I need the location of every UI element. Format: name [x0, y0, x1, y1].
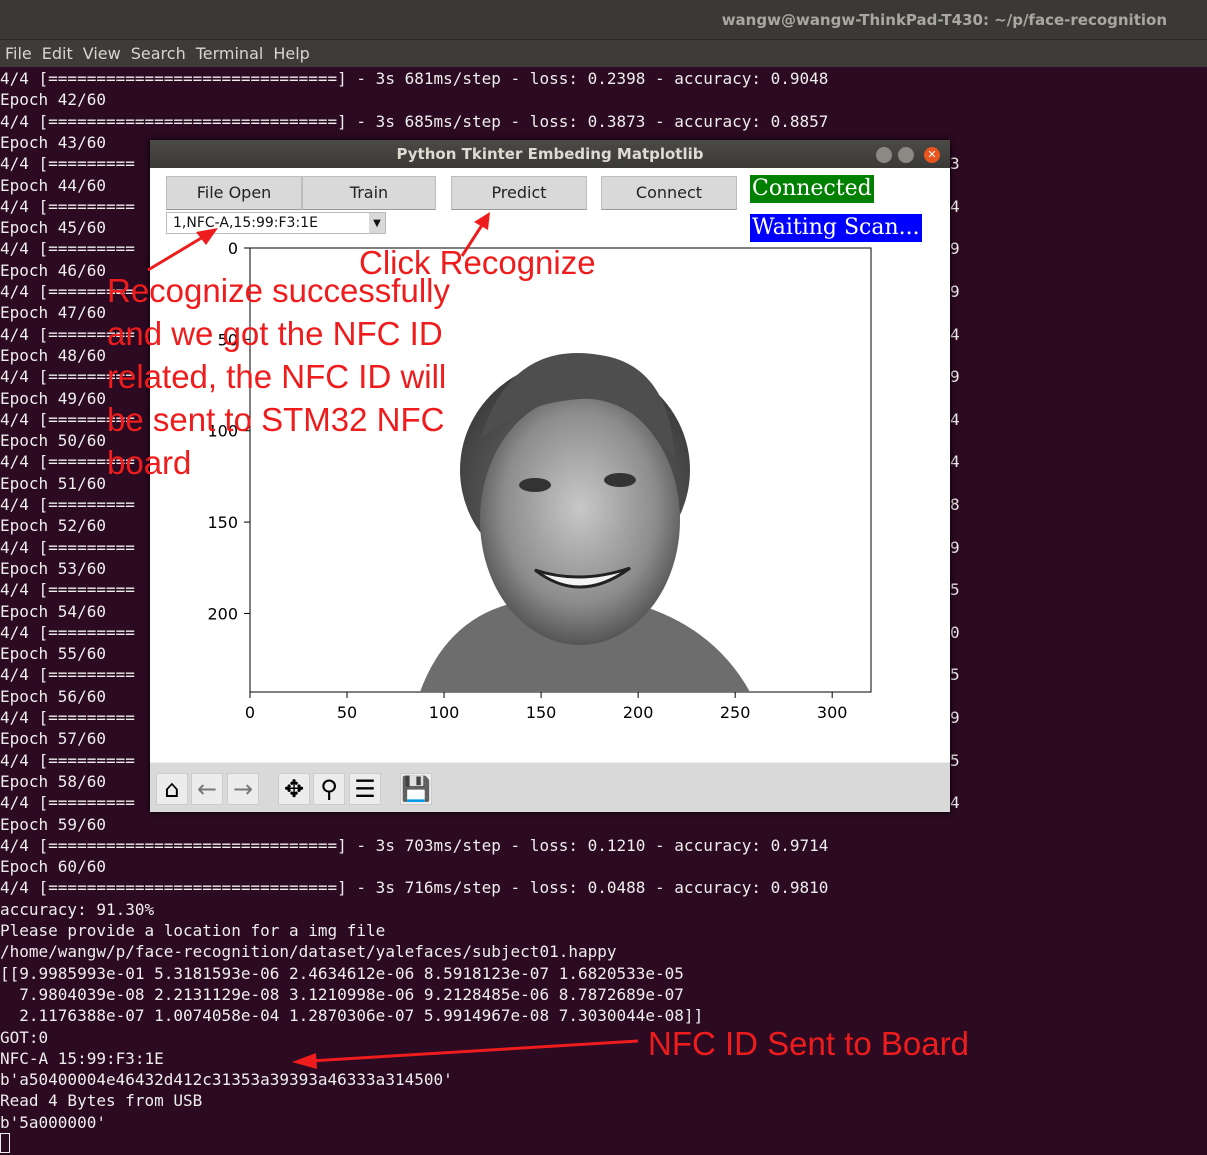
terminal-line: Epoch 60/60: [0, 857, 106, 877]
terminal-line: 4/4 [==============================] - 3…: [0, 835, 829, 855]
terminal-line: Epoch 58/60: [0, 771, 106, 791]
back-arrow-icon[interactable]: ←: [191, 773, 223, 805]
annotation-line: related, the NFC ID will: [107, 358, 447, 395]
terminal-line: 7.9804039e-08 2.2131129e-08 3.1210998e-0…: [0, 984, 684, 1004]
y-tick-label: 150: [207, 513, 238, 532]
terminal-line-fragment: 4: [950, 409, 960, 429]
x-tick-label: 300: [817, 703, 848, 722]
terminal-title: wangw@wangw-ThinkPad-T430: ~/p/face-reco…: [721, 11, 1167, 29]
terminal-line-fragment: 9: [950, 282, 960, 301]
terminal-line: 4/4 [=========: [0, 622, 135, 642]
terminal-line: 4/4 [==============================] - 3…: [0, 69, 829, 88]
terminal-line-fragment: 9: [950, 708, 960, 727]
terminal-titlebar: wangw@wangw-ThinkPad-T430: ~/p/face-reco…: [0, 0, 1207, 40]
terminal-line: Epoch 47/60: [0, 303, 106, 323]
terminal-line-fragment: 5: [950, 750, 960, 770]
terminal-line: Epoch 55/60: [0, 644, 106, 664]
y-tick-label: 200: [207, 604, 238, 623]
terminal-line: Epoch 49/60: [0, 388, 106, 408]
terminal-line: Epoch 52/60: [0, 516, 106, 536]
terminal-line: 4/4 [==============================] - 3…: [0, 878, 829, 898]
terminal-line: Epoch 54/60: [0, 601, 106, 621]
terminal-line: 4/4 [=========: [0, 495, 135, 514]
terminal-line: Epoch 46/60: [0, 260, 106, 280]
terminal-line: [[9.9985993e-01 5.3181593e-06 2.4634612e…: [0, 963, 684, 983]
terminal-line: Epoch 42/60: [0, 90, 106, 110]
terminal-line-fragment: 9: [950, 367, 960, 387]
configure-subplots-icon[interactable]: ☰: [349, 773, 381, 805]
y-tick-label: 0: [228, 239, 238, 258]
terminal-line: 4/4 [=========: [0, 708, 135, 727]
pan-icon[interactable]: ✥: [278, 773, 310, 805]
terminal-line: accuracy: 91.30%: [0, 899, 155, 919]
terminal-line-fragment: 9: [950, 239, 960, 259]
terminal-line: 4/4 [=========: [0, 239, 135, 259]
terminal-line: GOT:0: [0, 1027, 49, 1047]
terminal-line: Epoch 50/60: [0, 431, 106, 451]
terminal-line: 4/4 [=========: [0, 580, 135, 600]
terminal-line-fragment: 0: [950, 622, 960, 642]
menu-edit[interactable]: Edit: [42, 44, 73, 63]
home-icon[interactable]: ⌂: [156, 773, 188, 805]
terminal-line: Epoch 56/60: [0, 686, 106, 706]
save-icon[interactable]: 💾: [400, 773, 432, 805]
terminal-line-fragment: 4: [950, 196, 960, 216]
matplotlib-toolbar: ⌂ ← → ✥ ⚲ ☰ 💾: [150, 762, 950, 812]
annotation-nfc-id-sent: NFC ID Sent to Board: [648, 1025, 969, 1062]
terminal-line-fragment: 5: [950, 580, 960, 600]
annotation-recognize-successfully: Recognize successfully and we got the NFC…: [107, 269, 450, 484]
terminal-line: b'a50400004e46432d412c31353a39393a46333a…: [0, 1070, 453, 1090]
annotation-line: board: [107, 444, 192, 481]
terminal-line-fragment: 4: [950, 324, 960, 344]
annotation-line: Recognize successfully: [107, 272, 450, 309]
terminal-line-fragment: 3: [950, 154, 960, 174]
x-tick-label: 0: [245, 703, 255, 722]
menu-view[interactable]: View: [83, 44, 121, 63]
terminal-line: 2.1176388e-07 1.0074058e-04 1.2870306e-0…: [0, 1006, 704, 1026]
terminal-line: 4/4 [=========: [0, 154, 135, 174]
terminal-line: Epoch 57/60: [0, 729, 106, 749]
annotation-line: be sent to STM32 NFC: [107, 401, 445, 438]
terminal-line: Please provide a location for a img file: [0, 921, 386, 940]
menu-terminal[interactable]: Terminal: [196, 44, 264, 63]
terminal-line: 4/4 [=========: [0, 196, 135, 216]
menu-search[interactable]: Search: [131, 44, 186, 63]
forward-arrow-icon[interactable]: →: [227, 773, 259, 805]
terminal-menubar: File Edit View Search Terminal Help: [0, 40, 1207, 67]
annotation-line: and we got the NFC ID: [107, 315, 443, 352]
terminal-line: 4/4 [=========: [0, 537, 135, 557]
terminal-line-fragment: 9: [950, 537, 960, 557]
terminal-line: 4/4 [=========: [0, 665, 135, 685]
x-tick-label: 200: [623, 703, 654, 722]
terminal-line: Epoch 53/60: [0, 558, 106, 578]
terminal-cursor: [0, 1133, 10, 1153]
x-tick-label: 150: [526, 703, 557, 722]
menu-file[interactable]: File: [5, 44, 32, 63]
terminal-line: 4/4 [=========: [0, 793, 135, 813]
terminal-line-fragment: 8: [950, 495, 960, 514]
menu-help[interactable]: Help: [273, 44, 309, 63]
terminal-line: 4/4 [=========: [0, 750, 135, 770]
terminal-line: Epoch 45/60: [0, 218, 106, 238]
terminal-line: Epoch 59/60: [0, 814, 106, 834]
terminal-line: Read 4 Bytes from USB: [0, 1091, 203, 1111]
x-tick-label: 250: [720, 703, 751, 722]
terminal-line-fragment: 4: [950, 793, 960, 813]
terminal-line: NFC-A 15:99:F3:1E: [0, 1048, 164, 1068]
terminal-line: 4/4 [==============================] - 3…: [0, 111, 829, 131]
terminal-line-fragment: 4: [950, 452, 960, 472]
terminal-line: b'5a000000': [0, 1112, 106, 1132]
terminal-line-fragment: 5: [950, 665, 960, 685]
arrow-to-nfc-line: [309, 1039, 639, 1063]
terminal-line: /home/wangw/p/face-recognition/dataset/y…: [0, 942, 617, 962]
terminal-line: Epoch 44/60: [0, 175, 106, 195]
terminal-line: Epoch 43/60: [0, 132, 106, 152]
x-tick-label: 100: [429, 703, 460, 722]
terminal-line: Epoch 51/60: [0, 473, 106, 493]
zoom-icon[interactable]: ⚲: [313, 773, 345, 805]
terminal-line: Epoch 48/60: [0, 345, 106, 365]
x-tick-label: 50: [337, 703, 357, 722]
